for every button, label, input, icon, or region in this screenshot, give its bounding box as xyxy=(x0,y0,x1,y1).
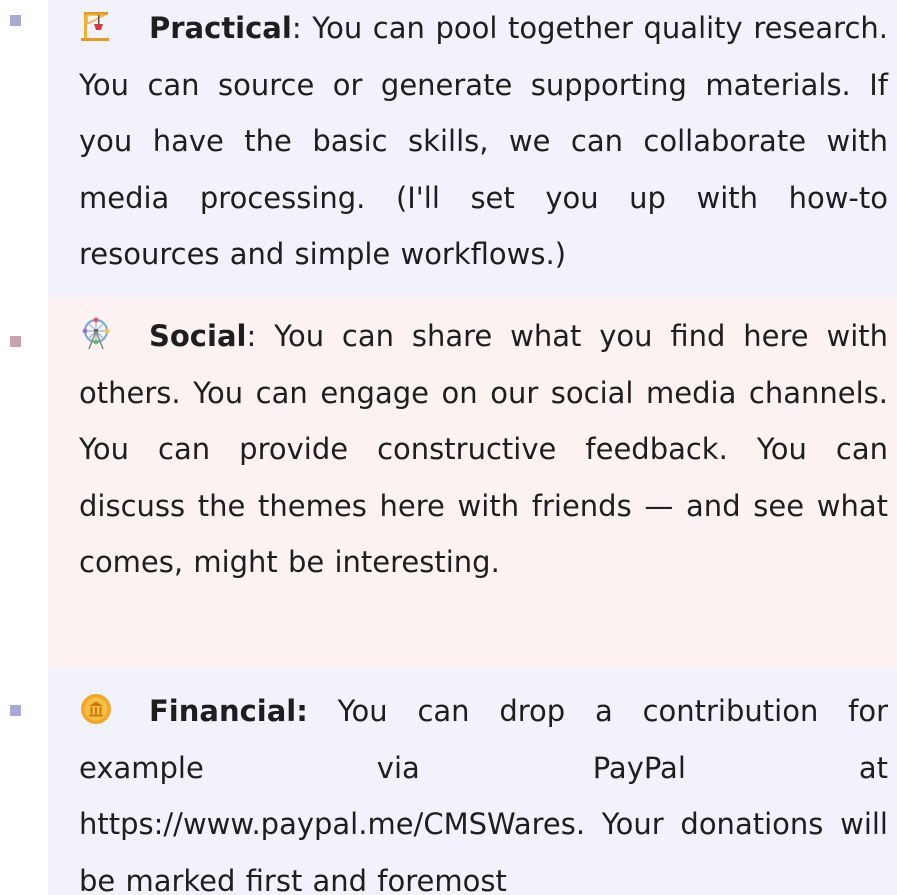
list-item-practical: Practical: You can pool together quality… xyxy=(10,0,897,296)
item-label: Financial: xyxy=(149,694,308,728)
list-item-social: Social: You can share what you find here… xyxy=(10,296,897,668)
item-text: You can pool together quality research. … xyxy=(79,11,888,272)
item-label: Practical xyxy=(149,11,292,45)
list-item-financial: Financial: You can drop a contribution f… xyxy=(10,668,897,895)
item-text: You can share what you find here with ot… xyxy=(79,319,888,580)
crane-icon xyxy=(79,9,113,43)
contribution-options-list: Practical: You can pool together quality… xyxy=(0,0,897,895)
list-bullet xyxy=(10,15,21,26)
ferris-wheel-icon xyxy=(79,317,113,351)
label-separator: : xyxy=(246,319,257,353)
list-bullet xyxy=(10,336,21,347)
coin-icon xyxy=(79,692,113,726)
list-bullet xyxy=(10,705,21,716)
item-label: Social xyxy=(149,319,247,353)
label-separator: : xyxy=(291,11,302,45)
